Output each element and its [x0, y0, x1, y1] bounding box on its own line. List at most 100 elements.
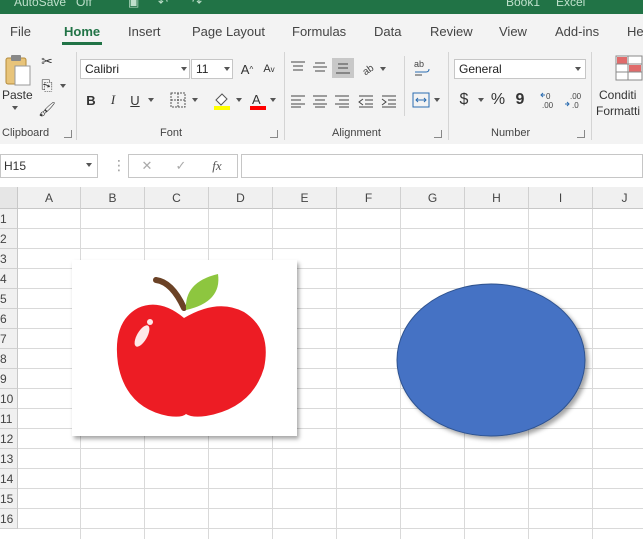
underline-caret[interactable]	[148, 98, 154, 102]
copy-dropdown-caret[interactable]	[60, 84, 66, 88]
top-align-icon[interactable]	[290, 60, 306, 74]
column-header-f[interactable]: F	[337, 187, 401, 209]
font-name-caret[interactable]	[181, 67, 187, 71]
undo-icon[interactable]: ↶	[158, 0, 168, 9]
tab-add-ins[interactable]: Add-ins	[555, 24, 599, 39]
accounting-caret[interactable]	[478, 98, 484, 102]
comma-style-button[interactable]: 9	[512, 90, 528, 110]
font-name-combo[interactable]: Calibri	[80, 59, 190, 79]
accounting-format-button[interactable]: $	[456, 90, 472, 110]
merge-center-icon[interactable]	[412, 92, 430, 108]
worksheet-grid[interactable]: A B C D E F G H I J 1 2 3 4 5 6 7 8 9 10…	[0, 187, 643, 539]
align-right-icon[interactable]	[334, 94, 350, 108]
name-box-caret[interactable]	[86, 163, 92, 167]
font-launcher-icon[interactable]	[270, 130, 278, 138]
tab-page-layout[interactable]: Page Layout	[192, 24, 265, 39]
column-header-c[interactable]: C	[145, 187, 209, 209]
clipboard-launcher-icon[interactable]	[64, 130, 72, 138]
borders-caret[interactable]	[192, 98, 198, 102]
formula-input[interactable]	[241, 154, 643, 178]
tab-review[interactable]: Review	[430, 24, 473, 39]
borders-icon[interactable]	[170, 92, 186, 108]
increase-decimal-icon[interactable]: 0.00	[540, 90, 562, 110]
number-format-caret[interactable]	[575, 67, 581, 71]
conditional-formatting-label-1[interactable]: Conditi	[599, 88, 636, 102]
font-size-caret[interactable]	[224, 67, 230, 71]
insert-function-icon[interactable]: fx	[209, 158, 225, 174]
row-header-14[interactable]: 14	[0, 469, 18, 489]
apple-picture[interactable]	[72, 260, 297, 436]
conditional-formatting-label-2[interactable]: Formatti	[596, 104, 640, 118]
row-header-4[interactable]: 4	[0, 269, 18, 289]
row-header-15[interactable]: 15	[0, 489, 18, 509]
column-header-i[interactable]: I	[529, 187, 593, 209]
row-header-11[interactable]: 11	[0, 409, 18, 429]
cancel-icon[interactable]: ✕	[139, 158, 155, 174]
tab-view[interactable]: View	[499, 24, 527, 39]
row-header-16[interactable]: 16	[0, 509, 18, 529]
row-header-3[interactable]: 3	[0, 249, 18, 269]
number-launcher-icon[interactable]	[577, 130, 585, 138]
row-header-1[interactable]: 1	[0, 209, 18, 229]
row-header-8[interactable]: 8	[0, 349, 18, 369]
column-header-d[interactable]: D	[209, 187, 273, 209]
paste-button[interactable]	[2, 52, 34, 90]
wrap-text-icon[interactable]: ab	[412, 58, 432, 78]
row-header-10[interactable]: 10	[0, 389, 18, 409]
tab-home[interactable]: Home	[64, 24, 100, 39]
name-box[interactable]: H15	[0, 154, 98, 178]
column-header-b[interactable]: B	[81, 187, 145, 209]
number-format-combo[interactable]: General	[454, 59, 586, 79]
align-left-icon[interactable]	[290, 94, 306, 108]
row-header-6[interactable]: 6	[0, 309, 18, 329]
tab-formulas[interactable]: Formulas	[292, 24, 346, 39]
percent-style-button[interactable]: %	[488, 90, 508, 110]
redo-icon[interactable]: ↷	[192, 0, 202, 9]
orientation-caret[interactable]	[380, 67, 386, 71]
align-center-icon[interactable]	[312, 94, 328, 108]
column-header-e[interactable]: E	[273, 187, 337, 209]
decrease-font-size-button[interactable]: Av	[260, 60, 278, 78]
column-header-a[interactable]: A	[18, 187, 81, 209]
enter-icon[interactable]: ✓	[173, 158, 189, 174]
column-header-g[interactable]: G	[401, 187, 465, 209]
increase-indent-icon[interactable]	[381, 94, 397, 108]
fill-color-icon[interactable]	[212, 91, 232, 111]
italic-button[interactable]: I	[104, 90, 122, 110]
row-header-12[interactable]: 12	[0, 429, 18, 449]
select-all-corner[interactable]	[0, 187, 18, 209]
conditional-formatting-icon[interactable]	[614, 54, 643, 84]
alignment-launcher-icon[interactable]	[434, 130, 442, 138]
orientation-icon[interactable]: ab	[360, 58, 378, 76]
save-icon[interactable]: ▣	[128, 0, 139, 9]
bottom-align-button[interactable]	[332, 58, 354, 78]
column-header-j[interactable]: J	[593, 187, 643, 209]
tab-insert[interactable]: Insert	[128, 24, 161, 39]
middle-align-icon[interactable]	[312, 60, 328, 74]
row-header-9[interactable]: 9	[0, 369, 18, 389]
decrease-decimal-icon[interactable]: .00.0	[564, 90, 586, 110]
autosave-toggle[interactable]: Off	[76, 0, 92, 9]
group-separator	[284, 52, 285, 140]
oval-shape[interactable]	[396, 283, 592, 445]
row-header-2[interactable]: 2	[0, 229, 18, 249]
row-header-13[interactable]: 13	[0, 449, 18, 469]
merge-center-caret[interactable]	[434, 98, 440, 102]
tab-data[interactable]: Data	[374, 24, 401, 39]
copy-icon[interactable]: ⎘	[39, 76, 55, 94]
cut-icon[interactable]: ✂	[39, 52, 55, 70]
increase-font-size-button[interactable]: A ^	[238, 60, 256, 78]
column-header-h[interactable]: H	[465, 187, 529, 209]
row-header-7[interactable]: 7	[0, 329, 18, 349]
format-painter-icon[interactable]: 🖌	[38, 100, 56, 118]
bold-button[interactable]: B	[82, 90, 100, 110]
underline-button[interactable]: U	[126, 90, 144, 110]
tab-file[interactable]: File	[10, 24, 31, 39]
fill-color-caret[interactable]	[236, 98, 242, 102]
paste-dropdown-caret[interactable]	[12, 106, 18, 110]
row-header-5[interactable]: 5	[0, 289, 18, 309]
tab-help[interactable]: He	[627, 24, 643, 39]
decrease-indent-icon[interactable]	[358, 94, 374, 108]
font-color-icon[interactable]: A	[248, 91, 268, 111]
font-color-caret[interactable]	[270, 98, 276, 102]
